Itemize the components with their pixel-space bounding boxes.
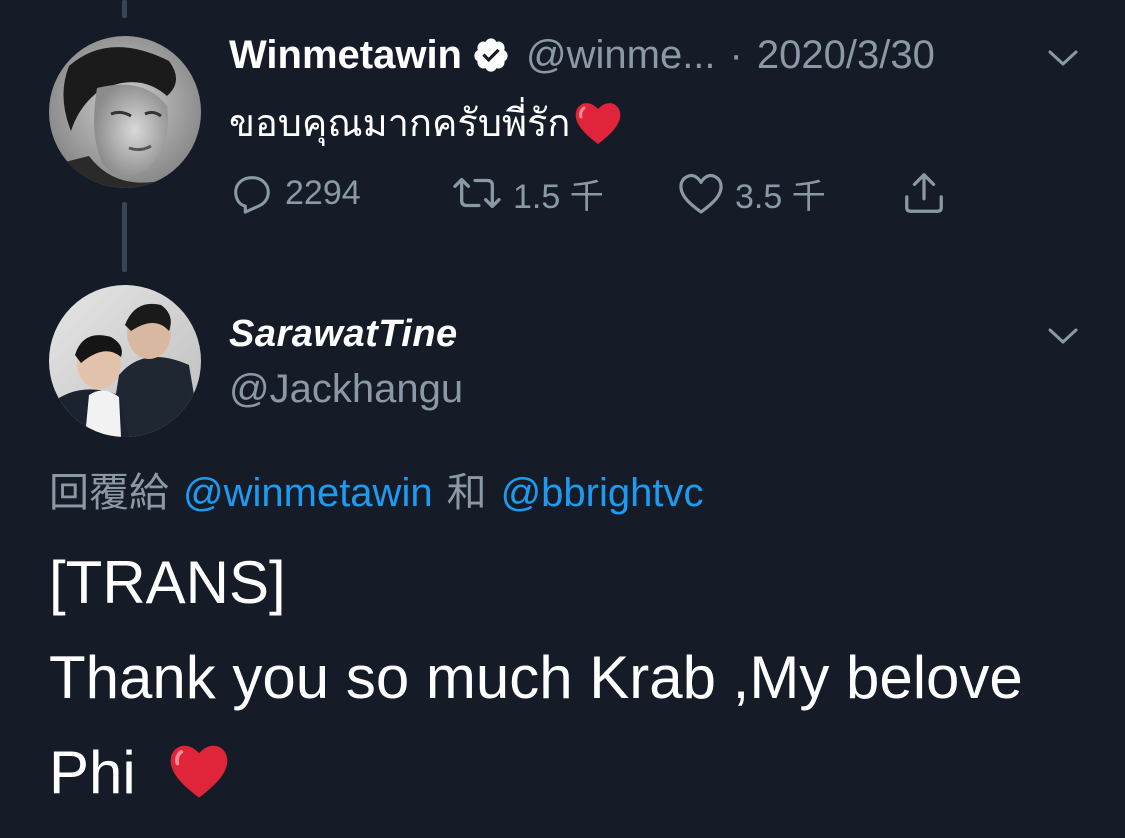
tweet-date[interactable]: 2020/3/30	[757, 33, 935, 78]
handle[interactable]: @Jackhangu	[229, 367, 463, 412]
separator-dot: ·	[729, 32, 743, 77]
chevron-down-icon[interactable]	[1047, 326, 1079, 346]
reply-conjunction: 和	[446, 471, 487, 515]
reply-icon	[234, 176, 270, 214]
tweet-text-content: ขอบคุณมากครับพี่รัก	[229, 103, 571, 145]
heart-outline-icon	[679, 173, 723, 214]
tweet-text-line: [TRANS]	[49, 549, 286, 616]
replying-to: 回覆給 @winmetawin 和 @bbrightvc	[49, 460, 704, 518]
like-button[interactable]: 3.5 千	[677, 166, 826, 220]
avatar[interactable]	[49, 285, 201, 437]
display-name[interactable]: SarawatTine	[229, 313, 458, 356]
thread-connector	[122, 202, 127, 272]
tweet-actions: 2294 1.5 千 3.5 千	[229, 166, 969, 220]
like-count: 3.5 千	[735, 177, 826, 216]
retweet-button[interactable]: 1.5 千	[451, 166, 604, 220]
reply-button[interactable]: 2294	[229, 166, 361, 220]
retweet-icon	[453, 177, 501, 209]
tweet-text-line-last: Phi	[49, 725, 1099, 820]
share-button[interactable]	[901, 166, 947, 220]
mention-link[interactable]: @bbrightvc	[501, 471, 704, 515]
tweet-text-line: Thank you so much Krab ,My belove	[49, 644, 1023, 711]
tweet-text-line-content: Phi	[49, 739, 136, 806]
retweet-count: 1.5 千	[513, 177, 604, 216]
avatar[interactable]	[49, 36, 201, 188]
avatar-photo-sarawattine	[49, 285, 201, 437]
red-heart-icon	[170, 745, 228, 798]
share-icon	[905, 173, 943, 213]
avatar-photo-winmetawin	[49, 36, 201, 188]
chevron-down-icon[interactable]	[1047, 48, 1079, 68]
verified-badge-icon	[472, 36, 510, 74]
reply-prefix: 回覆給	[49, 471, 169, 515]
thread-connector-top	[122, 0, 127, 18]
tweet-header: Winmetawin @winme... · 2020/3/30	[229, 28, 935, 82]
display-name[interactable]: Winmetawin	[229, 33, 462, 78]
tweet-text: [TRANS] Thank you so much Krab ,My belov…	[49, 535, 1099, 820]
mention-link[interactable]: @winmetawin	[183, 471, 433, 515]
tweet-text: ขอบคุณมากครับพี่รัก	[229, 92, 624, 153]
handle[interactable]: @winme...	[526, 33, 716, 78]
tweet-thread: Winmetawin @winme... · 2020/3/30 ขอบคุณม…	[0, 0, 1125, 838]
reply-count: 2294	[285, 173, 361, 212]
red-heart-icon	[576, 102, 621, 144]
